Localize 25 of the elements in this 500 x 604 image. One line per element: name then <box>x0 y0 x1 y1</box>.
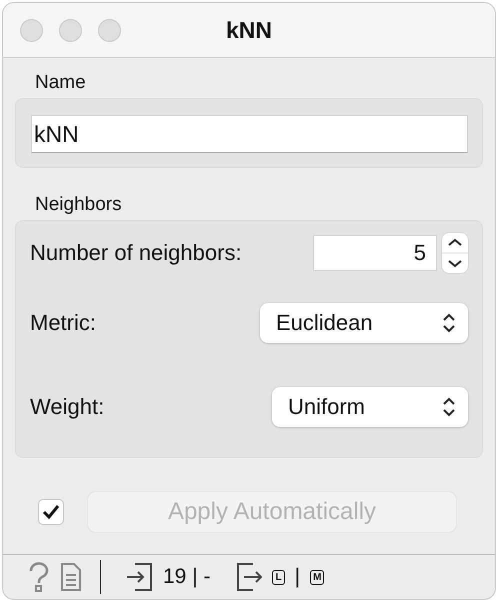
window-control-button[interactable] <box>59 18 82 42</box>
output-badge: M <box>310 570 324 584</box>
document-icon[interactable] <box>60 562 82 592</box>
field-label: Weight: <box>30 394 104 420</box>
chevron-updown-icon <box>442 312 456 334</box>
group-label: Neighbors <box>34 194 122 216</box>
checkmark-icon <box>42 504 60 520</box>
dropdown[interactable]: Uniform <box>272 387 468 427</box>
name-field[interactable]: kNN <box>31 115 468 153</box>
field-label: Number of neighbors: <box>30 240 242 266</box>
output-badge: L <box>272 570 285 584</box>
stepper-icon[interactable] <box>442 233 468 273</box>
output-arrow-icon <box>236 562 262 592</box>
chevron-updown-icon <box>442 396 456 418</box>
field-label: Metric: <box>30 310 96 336</box>
separator-text: | <box>294 565 300 589</box>
window-control-button[interactable] <box>20 18 43 42</box>
number-field[interactable]: 5 <box>313 235 437 271</box>
input-arrow-icon <box>127 562 153 592</box>
help-icon[interactable] <box>28 562 50 592</box>
dropdown[interactable]: Euclidean <box>260 303 468 343</box>
input-count: 19 | - <box>163 565 210 589</box>
group-label: Name <box>34 72 86 94</box>
window-title: kNN <box>226 16 272 42</box>
window-control-button[interactable] <box>98 18 121 42</box>
